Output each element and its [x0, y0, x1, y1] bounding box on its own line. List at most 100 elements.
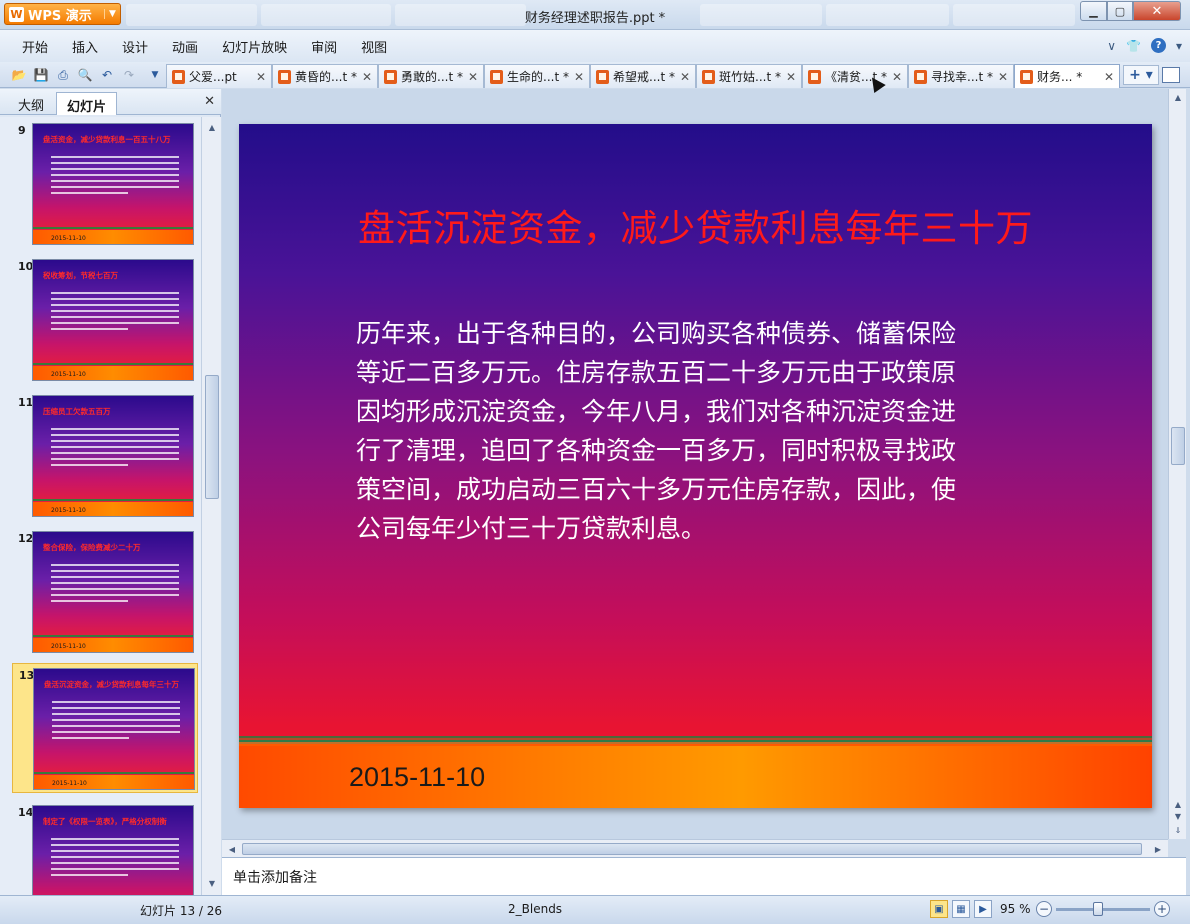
menu-review[interactable]: 审阅 — [299, 37, 349, 56]
zoom-slider-track[interactable] — [1056, 908, 1150, 911]
new-document-button[interactable]: + ▾ — [1123, 65, 1159, 85]
menu-design[interactable]: 设计 — [110, 37, 160, 56]
next-slide-icon[interactable]: ⇓ — [1170, 823, 1186, 837]
slide-thumbnail[interactable]: 10 税收筹划，节税七百万 2015-11-10 — [12, 255, 198, 385]
wps-menu-button[interactable]: W WPS 演示 ▼ — [4, 3, 121, 25]
slide-date[interactable]: 2015-11-10 — [349, 762, 485, 793]
scroll-thumb[interactable] — [1171, 427, 1185, 465]
skin-icon[interactable]: 👕 — [1126, 39, 1141, 53]
customize-toolbar-icon[interactable]: ▼ — [146, 66, 164, 84]
slide-thumbnail[interactable]: 13 盘活沉淀资金，减少贷款利息每年三十万 2015-11-10 — [12, 663, 198, 793]
scroll-up-icon[interactable]: ▲ — [1170, 90, 1186, 104]
zoom-slider-handle[interactable] — [1093, 902, 1103, 916]
thumbnail-body — [52, 701, 180, 743]
thumbnail-scrollbar[interactable]: ▲ ▼ — [201, 117, 221, 895]
slide-editor: 盘活沉淀资金，减少贷款利息每年三十万 历年来，出于各种目的，公司购买各种债券、储… — [222, 89, 1168, 839]
window-layout-icon[interactable] — [1162, 67, 1180, 83]
scroll-thumb[interactable] — [205, 375, 219, 499]
scroll-thumb[interactable] — [242, 843, 1142, 855]
slide-preview: 压缩员工欠款五百万 2015-11-10 — [32, 395, 194, 517]
close-tab-icon[interactable]: ✕ — [468, 70, 478, 84]
thumbnail-text-line — [52, 707, 180, 709]
redo-icon[interactable]: ↷ — [120, 66, 138, 84]
scroll-up-icon[interactable]: ▲ — [204, 119, 220, 135]
slide-body-text[interactable]: 历年来，出于各种目的，公司购买各种债券、储蓄保险等近二百多万元。住房存款五百二十… — [356, 314, 966, 548]
notes-pane[interactable]: 单击添加备注 — [222, 857, 1186, 895]
slide-thumbnail[interactable]: 9 盘活资金，减少贷款利息一百五十八万 2015-11-10 — [12, 119, 198, 249]
document-tab[interactable]: 斑竹姑...t * ✕ — [696, 64, 802, 88]
slide-thumbnail[interactable]: 11 压缩员工欠款五百万 2015-11-10 — [12, 391, 198, 521]
close-window-button[interactable]: ✕ — [1133, 1, 1181, 21]
scroll-down-icon[interactable]: ▼ — [1170, 809, 1186, 823]
thumbnail-text-line — [51, 192, 128, 194]
scroll-down-icon[interactable]: ▼ — [204, 875, 220, 891]
document-tab[interactable]: 寻找幸...t * ✕ — [908, 64, 1014, 88]
menu-view[interactable]: 视图 — [349, 37, 399, 56]
tab-outline[interactable]: 大纲 — [8, 92, 54, 115]
minimize-icon: ▁ — [1089, 4, 1098, 18]
document-tab[interactable]: 父爱...pt ✕ — [166, 64, 272, 88]
close-panel-icon[interactable]: ✕ — [204, 94, 215, 109]
menu-animation[interactable]: 动画 — [160, 37, 210, 56]
ppt-file-icon — [808, 69, 821, 84]
menu-insert[interactable]: 插入 — [60, 37, 110, 56]
close-tab-icon[interactable]: ✕ — [680, 70, 690, 84]
thumbnail-text-line — [51, 310, 179, 312]
slide-horizontal-scrollbar[interactable]: ◀ ▶ — [222, 839, 1168, 857]
zoom-out-button[interactable]: − — [1036, 901, 1052, 917]
background-tab[interactable] — [826, 4, 949, 26]
thumbnail-text-line — [51, 576, 179, 578]
thumbnail-body — [51, 292, 179, 334]
normal-view-icon[interactable]: ▣ — [930, 900, 948, 918]
background-tab[interactable] — [395, 4, 527, 26]
background-window-tabs — [700, 4, 1075, 26]
slide-title[interactable]: 盘活沉淀资金，减少贷款利息每年三十万 — [239, 198, 1152, 252]
document-tab[interactable]: 《清贫...t * ✕ — [802, 64, 908, 88]
menu-right-tools: ∨ 👕 ? ▾ — [1107, 38, 1182, 53]
open-folder-icon[interactable]: 📂 — [10, 66, 28, 84]
slide-preview: 税收筹划，节税七百万 2015-11-10 — [32, 259, 194, 381]
document-tab[interactable]: 勇敢的...t * ✕ — [378, 64, 484, 88]
close-tab-icon[interactable]: ✕ — [256, 70, 266, 84]
document-tab[interactable]: 黄昏的...t * ✕ — [272, 64, 378, 88]
close-tab-icon[interactable]: ✕ — [1104, 70, 1114, 84]
slide-vertical-scrollbar[interactable]: ▲ ▲ ▼ ⇓ — [1168, 89, 1186, 839]
background-tab[interactable] — [700, 4, 823, 26]
help-icon[interactable]: ? — [1150, 38, 1166, 53]
thumbnail-text-line — [51, 838, 179, 840]
background-tab[interactable] — [260, 4, 392, 26]
scroll-right-icon[interactable]: ▶ — [1151, 842, 1165, 856]
slide-thumbnail[interactable]: 12 整合保险，保险费减少二十万 2015-11-10 — [12, 527, 198, 657]
undo-icon[interactable]: ↶ — [98, 66, 116, 84]
slide-sorter-icon[interactable]: ▦ — [952, 900, 970, 918]
ribbon-collapse-icon[interactable]: ∨ — [1107, 39, 1116, 53]
thumbnail-text-line — [52, 719, 180, 721]
print-preview-icon[interactable]: 🔍 — [76, 66, 94, 84]
close-tab-icon[interactable]: ✕ — [362, 70, 372, 84]
ppt-file-icon — [596, 69, 609, 84]
background-tab[interactable] — [126, 4, 257, 26]
menu-slideshow[interactable]: 幻灯片放映 — [210, 37, 299, 56]
close-tab-icon[interactable]: ✕ — [892, 70, 902, 84]
current-slide[interactable]: 盘活沉淀资金，减少贷款利息每年三十万 历年来，出于各种目的，公司购买各种债券、储… — [239, 124, 1152, 808]
slide-thumbnail[interactable]: 14 制定了《权限一览表》，严格分权制衡 — [12, 801, 198, 895]
slide-counter: 幻灯片 13 / 26 — [140, 904, 223, 918]
tab-slides[interactable]: 幻灯片 — [56, 92, 118, 115]
slideshow-icon[interactable]: ▶ — [974, 900, 992, 918]
minimize-button[interactable]: ▁ — [1080, 1, 1107, 21]
background-tab[interactable] — [952, 4, 1075, 26]
menu-home[interactable]: 开始 — [10, 37, 60, 56]
help-dropdown-icon[interactable]: ▾ — [1176, 39, 1182, 53]
document-tab[interactable]: 希望戒...t * ✕ — [590, 64, 696, 88]
zoom-in-button[interactable]: + — [1154, 901, 1170, 917]
save-icon[interactable]: 💾 — [32, 66, 50, 84]
scroll-left-icon[interactable]: ◀ — [225, 842, 239, 856]
close-tab-icon[interactable]: ✕ — [998, 70, 1008, 84]
maximize-button[interactable]: ▢ — [1107, 1, 1133, 21]
document-tab[interactable]: 生命的...t * ✕ — [484, 64, 590, 88]
document-tab[interactable]: 财务... * ✕ — [1014, 64, 1120, 88]
close-tab-icon[interactable]: ✕ — [786, 70, 796, 84]
close-tab-icon[interactable]: ✕ — [574, 70, 584, 84]
print-icon[interactable]: ⎙ — [54, 66, 72, 84]
thumbnail-text-line — [51, 156, 179, 158]
